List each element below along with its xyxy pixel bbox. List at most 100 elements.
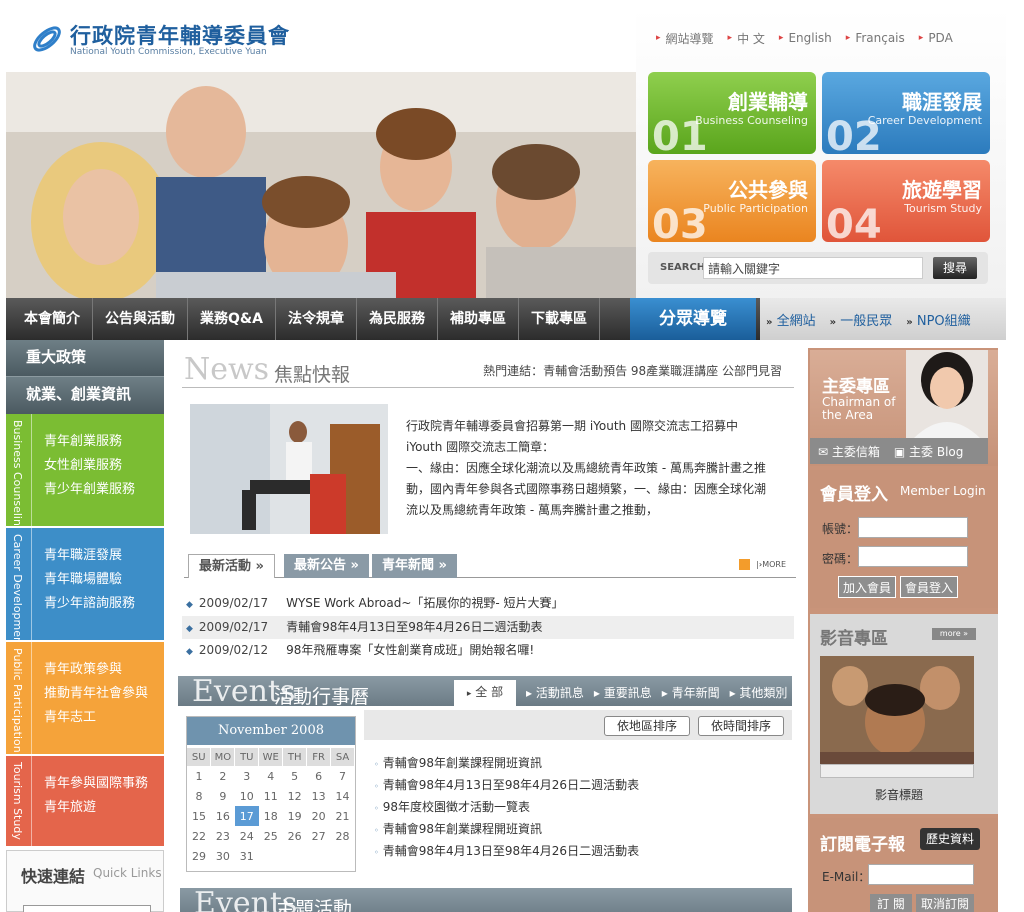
event-item[interactable]: ◦ 青輔會98年創業課程開班資訊 <box>374 818 542 842</box>
calendar-day[interactable]: 2 <box>211 766 235 786</box>
media-more-button[interactable]: more » <box>932 628 976 640</box>
video-controls[interactable] <box>820 764 974 778</box>
calendar-day[interactable]: 8 <box>187 786 211 806</box>
calendar-day[interactable]: 22 <box>187 826 211 846</box>
sidebar-link[interactable]: 青年政策參與 <box>44 658 148 682</box>
topnav-chinese[interactable]: ▸ 中 文 <box>728 28 765 48</box>
events-filter-all[interactable]: ▸ 全 部 <box>454 680 516 706</box>
media-video[interactable] <box>820 656 974 764</box>
topnav-sitemap[interactable]: ▸ 網站導覽 <box>656 28 714 48</box>
nav-announcements[interactable]: 公告與活動 <box>93 298 188 340</box>
audience-npo[interactable]: » NPO組織 <box>906 310 970 329</box>
calendar-day[interactable]: 16 <box>211 806 235 826</box>
search-button[interactable]: 搜尋 <box>933 257 977 279</box>
password-input[interactable] <box>858 546 968 567</box>
calendar-day[interactable]: 9 <box>211 786 235 806</box>
site-logo[interactable]: 行政院青年輔導委員會 National Youth Commission, Ex… <box>30 18 290 62</box>
sidebar-link[interactable]: 青年參與國際事務 <box>44 772 148 796</box>
calendar-day[interactable]: 24 <box>235 826 259 846</box>
epaper-history-button[interactable]: 歷史資料 <box>920 828 980 850</box>
rss-icon[interactable] <box>739 559 751 570</box>
calendar-day[interactable]: 27 <box>307 826 331 846</box>
tab-latest-announcements[interactable]: 最新公告 » <box>284 554 369 578</box>
calendar-day[interactable]: 29 <box>187 846 211 866</box>
nav-subsidy[interactable]: 補助專區 <box>438 298 519 340</box>
media-caption[interactable]: 影音標題 <box>810 786 988 803</box>
events-filter-activity[interactable]: ▸ 活動訊息 <box>526 684 584 701</box>
calendar-day[interactable]: 19 <box>283 806 307 826</box>
calendar-day[interactable]: 28 <box>331 826 355 846</box>
calendar-day[interactable]: 21 <box>331 806 355 826</box>
news-row[interactable]: ◆ 2009/02/12 98年飛雁專案「女性創業育成班」開始報名囉! <box>182 639 794 662</box>
calendar-day[interactable]: 11 <box>259 786 283 806</box>
nav-downloads[interactable]: 下載專區 <box>519 298 600 340</box>
event-item[interactable]: ◦ 98年度校園徵才活動一覽表 <box>374 796 530 820</box>
calendar-day[interactable]: 6 <box>307 766 331 786</box>
event-item[interactable]: ◦ 青輔會98年4月13日至98年4月26日二週活動表 <box>374 774 639 798</box>
unsubscribe-button[interactable]: 取消訂閱 <box>916 894 974 912</box>
calendar-day[interactable]: 26 <box>283 826 307 846</box>
nav-faq[interactable]: 業務Q&A <box>188 298 276 340</box>
nav-public-service[interactable]: 為民服務 <box>357 298 438 340</box>
sidebar-link[interactable]: 青年志工 <box>44 706 148 730</box>
calendar-day[interactable]: 17 <box>234 806 259 826</box>
account-input[interactable] <box>858 517 968 538</box>
tile-public-participation[interactable]: 公共參與 Public Participation 03 <box>648 160 816 242</box>
calendar-day[interactable]: 10 <box>235 786 259 806</box>
more-link[interactable]: |›MORE <box>739 559 786 570</box>
email-input[interactable] <box>868 864 974 885</box>
tab-latest-activities[interactable]: 最新活動 » <box>188 554 275 578</box>
subscribe-button[interactable]: 訂 閱 <box>870 894 912 912</box>
calendar-day[interactable]: 30 <box>211 846 235 866</box>
events-filter-important[interactable]: ▸ 重要訊息 <box>594 684 652 701</box>
calendar-day[interactable]: 3 <box>235 766 259 786</box>
nav-about[interactable]: 本會簡介 <box>12 298 93 340</box>
event-item[interactable]: ◦ 青輔會98年4月13日至98年4月26日二週活動表 <box>374 840 639 864</box>
calendar-day[interactable]: 7 <box>331 766 355 786</box>
tile-business-counseling[interactable]: 創業輔導 Business Counseling 01 <box>648 72 816 154</box>
calendar-day[interactable]: 23 <box>211 826 235 846</box>
topnav-english[interactable]: ▸ English <box>779 28 832 48</box>
calendar-day[interactable]: 12 <box>283 786 307 806</box>
calendar-day[interactable]: 18 <box>259 806 283 826</box>
sidebar-link[interactable]: 青年旅遊 <box>44 796 148 820</box>
sidebar-link[interactable]: 女性創業服務 <box>44 454 135 478</box>
sidebar-major-policy[interactable]: 重大政策 <box>6 340 164 376</box>
news-photo[interactable] <box>190 404 388 534</box>
member-login-button[interactable]: 會員登入 <box>900 576 958 598</box>
news-row[interactable]: ◆ 2009/02/17 WYSE Work Abroad~「拓展你的視野- 短片大… <box>182 592 794 615</box>
sidebar-link[interactable]: 青年職涯發展 <box>44 544 135 568</box>
sidebar-link[interactable]: 青少年諮詢服務 <box>44 592 135 616</box>
nav-regulations[interactable]: 法令規章 <box>276 298 357 340</box>
chairman-blog-link[interactable]: ▣ 主委 Blog <box>894 443 964 460</box>
calendar-day[interactable]: 14 <box>331 786 355 806</box>
tile-career-development[interactable]: 職涯發展 Career Development 02 <box>822 72 990 154</box>
sort-by-region-button[interactable]: 依地區排序 <box>604 716 690 736</box>
chairman-mailbox-link[interactable]: ✉ 主委信箱 <box>818 443 880 460</box>
topnav-french[interactable]: ▸ Français <box>846 28 905 48</box>
search-input[interactable] <box>703 257 923 279</box>
calendar-day[interactable]: 1 <box>187 766 211 786</box>
tile-tourism-study[interactable]: 旅遊學習 Tourism Study 04 <box>822 160 990 242</box>
calendar-day[interactable]: 13 <box>307 786 331 806</box>
sidebar-link[interactable]: 推動青年社會參與 <box>44 682 148 706</box>
quick-links-select[interactable] <box>23 905 151 912</box>
sidebar-employment-info[interactable]: 就業、創業資訊 <box>6 376 164 414</box>
news-row[interactable]: ◆ 2009/02/17 青輔會98年4月13日至98年4月26日二週活動表 <box>182 616 794 639</box>
join-member-button[interactable]: 加入會員 <box>838 576 896 598</box>
events-filter-news[interactable]: ▸ 青年新聞 <box>662 684 720 701</box>
tab-youth-news[interactable]: 青年新聞 » <box>372 554 457 578</box>
chairman-portrait[interactable] <box>906 350 988 438</box>
audience-public[interactable]: » 一般民眾 <box>830 310 893 329</box>
sidebar-link[interactable]: 青年職場體驗 <box>44 568 135 592</box>
sidebar-link[interactable]: 青少年創業服務 <box>44 478 135 502</box>
news-line[interactable]: 行政院青年輔導委員會招募第一期 iYouth 國際交流志工招募中 <box>406 416 770 437</box>
calendar-day[interactable]: 5 <box>283 766 307 786</box>
event-item[interactable]: ◦ 青輔會98年創業課程開班資訊 <box>374 752 542 776</box>
calendar-day[interactable]: 25 <box>259 826 283 846</box>
sidebar-link[interactable]: 青年創業服務 <box>44 430 135 454</box>
audience-guide-tab[interactable]: 分眾導覽 <box>630 298 756 340</box>
calendar-day[interactable]: 31 <box>235 846 259 866</box>
calendar-day[interactable]: 15 <box>187 806 211 826</box>
sort-by-time-button[interactable]: 依時間排序 <box>698 716 784 736</box>
